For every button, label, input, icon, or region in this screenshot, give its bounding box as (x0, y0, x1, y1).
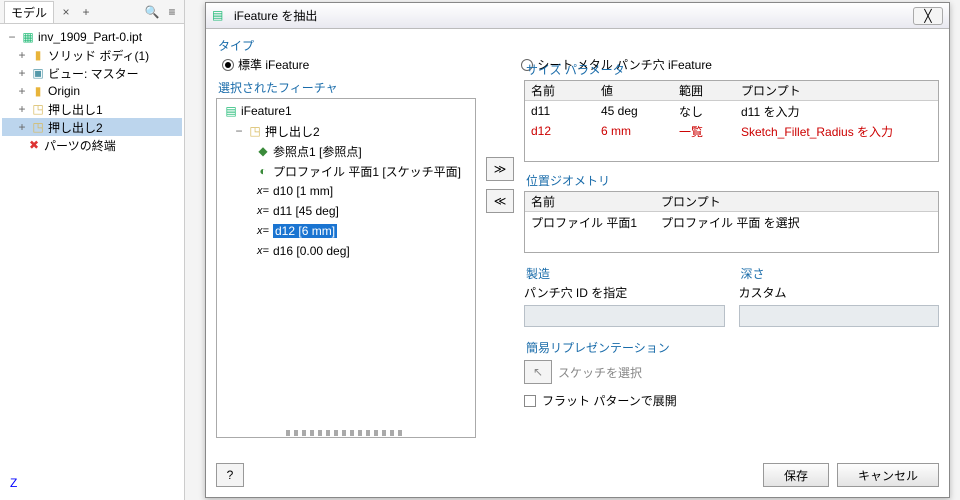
pick-sketch-label: スケッチを選択 (558, 364, 642, 381)
tree-node[interactable]: −押し出し2 (219, 121, 473, 141)
simple-rep-label: 簡易リプレゼンテーション (526, 339, 939, 356)
cancel-button[interactable]: キャンセル (837, 463, 939, 487)
add-button[interactable]: ≫ (486, 157, 514, 181)
scrollbar[interactable] (286, 430, 406, 436)
manufacture-panel: 製造 パンチ穴 ID を指定 (524, 263, 725, 327)
add-tab-icon[interactable]: + (78, 4, 94, 20)
selected-features-label: 選択されたフィーチャ (218, 79, 486, 96)
tree-node[interactable]: +ビュー: マスター (2, 64, 182, 82)
view-icon (30, 66, 46, 80)
tree-node[interactable]: +押し出し1 (2, 100, 182, 118)
menu-icon[interactable]: ≡ (164, 4, 180, 20)
manufacture-label: 製造 (526, 265, 725, 282)
stop-icon (26, 138, 42, 152)
simple-rep-panel: 簡易リプレゼンテーション スケッチを選択 フラット パターンで展開 (524, 339, 939, 409)
ref-point-icon (255, 144, 271, 158)
tree-node[interactable]: d10 [1 mm] (219, 181, 473, 201)
selected-features-panel: 選択されたフィーチャ iFeature1 −押し出し2 参照点1 [参照点] プ… (216, 77, 486, 467)
tree-node[interactable]: d16 [0.00 deg] (219, 241, 473, 261)
tree-node[interactable]: パーツの終端 (2, 136, 182, 154)
tree-node-selected[interactable]: d12 [6 mm] (219, 221, 473, 241)
chevron-left-icon: ≪ (494, 194, 507, 208)
model-tree: − inv_1909_Part-0.ipt +ソリッド ボディ(1) +ビュー:… (0, 24, 184, 158)
dialog-close-button[interactable]: ╳ (913, 7, 943, 25)
param-icon (255, 204, 271, 218)
grid-row-empty (525, 141, 938, 161)
model-browser: モデル × + 🔍 ≡ − inv_1909_Part-0.ipt +ソリッド … (0, 0, 185, 500)
param-icon (255, 184, 271, 198)
grid-row-empty (525, 232, 938, 252)
tree-node[interactable]: プロファイル 平面1 [スケッチ平面] (219, 161, 473, 181)
right-column: サイズ パラメータ 名前 値 範囲 プロンプト d11 45 deg なし d1… (524, 59, 939, 419)
folder-icon (30, 48, 46, 62)
punch-id-label: パンチ穴 ID を指定 (524, 284, 725, 301)
save-button[interactable]: 保存 (763, 463, 829, 487)
type-group-label: タイプ (218, 37, 939, 54)
size-parameters-label: サイズ パラメータ (526, 61, 939, 78)
extrude-icon (247, 124, 263, 138)
size-parameters-panel: サイズ パラメータ 名前 値 範囲 プロンプト d11 45 deg なし d1… (524, 61, 939, 162)
extract-ifeature-dialog: iFeature を抽出 ╳ タイプ 標準 iFeature シート メタル パ… (205, 2, 950, 498)
help-button[interactable]: ? (216, 463, 244, 487)
depth-field[interactable] (739, 305, 940, 327)
flat-pattern-row: フラット パターンで展開 (524, 392, 939, 409)
param-icon (255, 224, 271, 238)
dialog-footer: ? 保存 キャンセル (216, 463, 939, 487)
close-tab-icon[interactable]: × (58, 4, 74, 20)
grid-row[interactable]: d11 45 deg なし d11 を入力 (525, 101, 938, 121)
size-parameters-grid[interactable]: 名前 値 範囲 プロンプト d11 45 deg なし d11 を入力 d12 … (524, 80, 939, 162)
folder-icon (30, 84, 46, 98)
transfer-buttons: ≫ ≪ (486, 157, 514, 213)
extrude-icon (30, 102, 46, 116)
part-icon (20, 30, 36, 44)
model-tab[interactable]: モデル (4, 1, 54, 23)
tree-node[interactable]: +ソリッド ボディ(1) (2, 46, 182, 64)
tree-node[interactable]: d11 [45 deg] (219, 201, 473, 221)
position-geometry-label: 位置ジオメトリ (526, 172, 939, 189)
model-browser-header: モデル × + 🔍 ≡ (0, 0, 184, 24)
radio-standard-ifeature[interactable]: 標準 iFeature (222, 56, 309, 73)
grid-row-active[interactable]: d12 6 mm 一覧 Sketch_Fillet_Radius を入力 (525, 121, 938, 141)
remove-button[interactable]: ≪ (486, 189, 514, 213)
pick-sketch-button[interactable] (524, 360, 552, 384)
chevron-right-icon: ≫ (494, 162, 507, 176)
param-icon (255, 244, 271, 258)
selected-features-tree[interactable]: iFeature1 −押し出し2 参照点1 [参照点] プロファイル 平面1 [… (216, 98, 476, 438)
search-icon[interactable]: 🔍 (144, 4, 160, 20)
ifeature-icon (212, 8, 228, 24)
flat-pattern-checkbox[interactable] (524, 395, 536, 407)
position-geometry-panel: 位置ジオメトリ 名前 プロンプト プロファイル 平面1 プロファイル 平面 を選… (524, 172, 939, 253)
depth-sub-label: カスタム (739, 284, 940, 301)
tree-root[interactable]: − inv_1909_Part-0.ipt (2, 28, 182, 46)
tree-node[interactable]: 参照点1 [参照点] (219, 141, 473, 161)
tree-node[interactable]: iFeature1 (219, 101, 473, 121)
tree-root-label: inv_1909_Part-0.ipt (38, 30, 142, 44)
ifeature-icon (223, 104, 239, 118)
grid-header: 名前 プロンプト (525, 192, 938, 212)
tree-node-selected[interactable]: +押し出し2 (2, 118, 182, 136)
flat-pattern-label: フラット パターンで展開 (542, 392, 677, 409)
close-icon: ╳ (924, 9, 931, 23)
pick-icon (533, 365, 543, 379)
tree-node[interactable]: +Origin (2, 82, 182, 100)
extrude-icon (30, 120, 46, 134)
help-icon: ? (227, 468, 234, 482)
dialog-body: タイプ 標準 iFeature シート メタル パンチ穴 iFeature 選択… (206, 29, 949, 497)
dialog-title-bar: iFeature を抽出 ╳ (206, 3, 949, 29)
depth-panel: 深さ カスタム (739, 263, 940, 327)
axis-label: Z (10, 476, 17, 490)
position-geometry-grid[interactable]: 名前 プロンプト プロファイル 平面1 プロファイル 平面 を選択 (524, 191, 939, 253)
grid-row[interactable]: プロファイル 平面1 プロファイル 平面 を選択 (525, 212, 938, 232)
punch-id-field[interactable] (524, 305, 725, 327)
profile-plane-icon (255, 164, 271, 178)
grid-header: 名前 値 範囲 プロンプト (525, 81, 938, 101)
depth-label: 深さ (741, 265, 940, 282)
dialog-title: iFeature を抽出 (234, 7, 317, 24)
